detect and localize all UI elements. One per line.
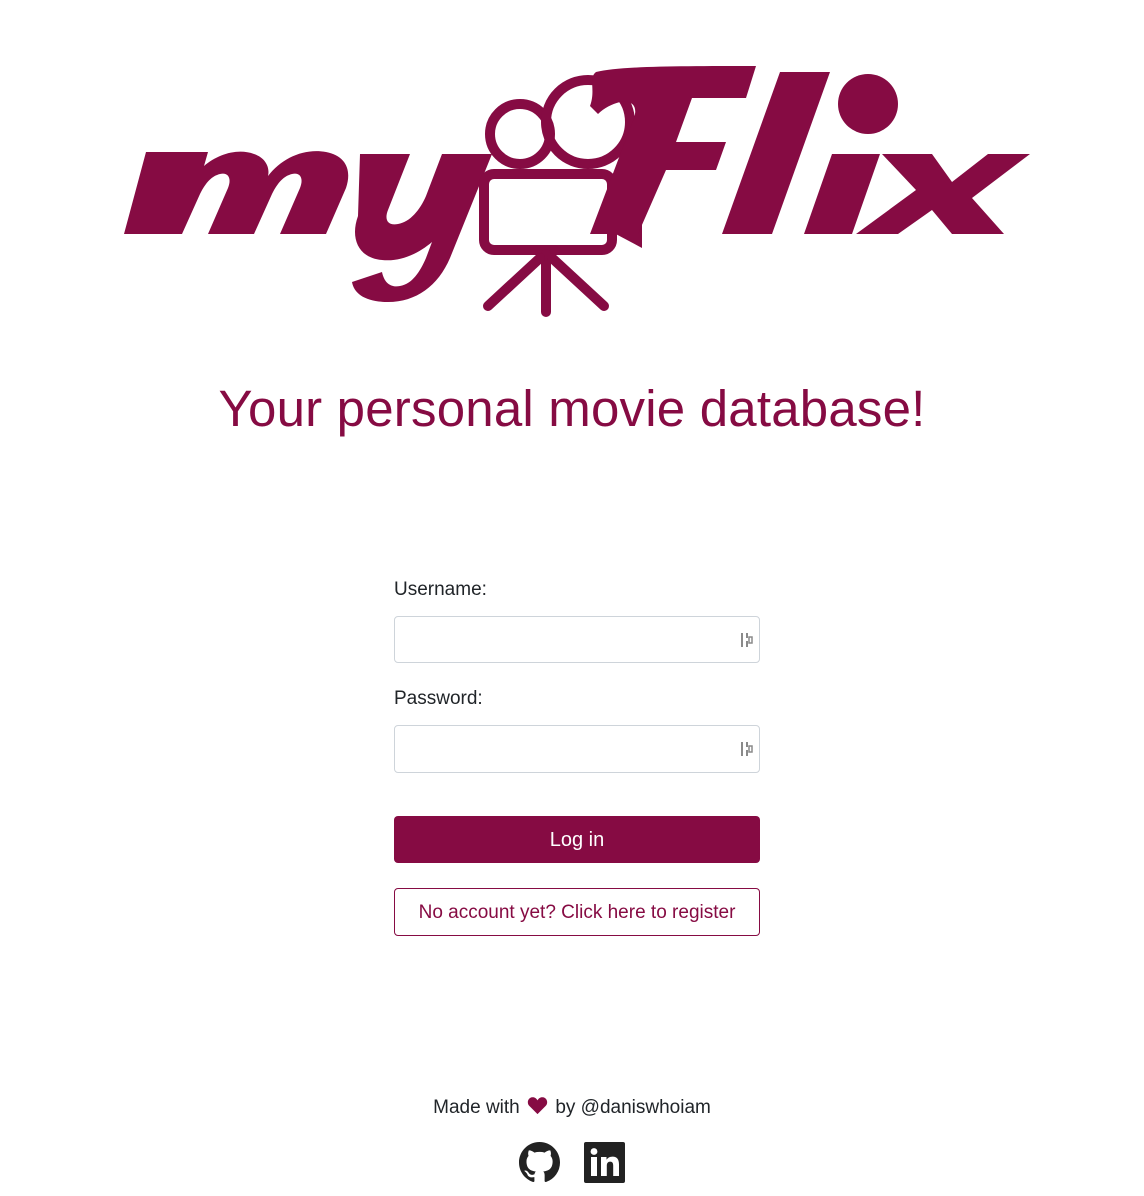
register-button[interactable]: No account yet? Click here to register (394, 888, 760, 936)
password-label: Password: (394, 688, 483, 709)
username-field[interactable] (394, 616, 760, 663)
made-with-text: Made with (433, 1097, 520, 1118)
tagline: Your personal movie database! (218, 380, 926, 437)
username-input[interactable] (395, 617, 759, 662)
login-button[interactable]: Log in (394, 816, 760, 863)
linkedin-link[interactable] (584, 1142, 625, 1183)
social-links (0, 1142, 1144, 1183)
myflix-logo (124, 66, 1030, 317)
github-link[interactable] (519, 1142, 560, 1183)
password-field[interactable] (394, 725, 760, 773)
password-input[interactable] (395, 726, 759, 772)
password-manager-icon[interactable] (740, 740, 754, 758)
github-icon (519, 1142, 560, 1182)
author-text: by @daniswhoiam (555, 1097, 711, 1118)
login-form: Username: Password: (394, 576, 760, 773)
footer-credit: Made with by @daniswhoiam (0, 1094, 1144, 1122)
linkedin-icon (584, 1142, 625, 1183)
heart-icon (527, 1097, 548, 1115)
username-label: Username: (394, 579, 487, 600)
password-manager-icon[interactable] (740, 631, 754, 649)
